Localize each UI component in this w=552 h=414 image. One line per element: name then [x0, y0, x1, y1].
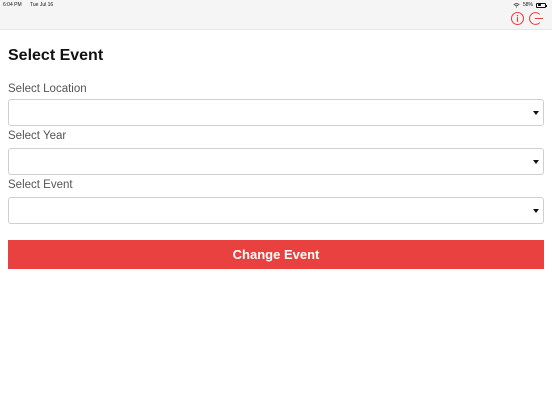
change-event-button[interactable]: Change Event — [8, 240, 544, 269]
status-bar: 6:04 PM Tue Jul 16 58% — [0, 0, 552, 10]
event-select[interactable] — [8, 197, 544, 224]
nav-actions — [510, 11, 544, 26]
logout-icon[interactable] — [529, 11, 544, 26]
select-event-form: Select Event Select Location Select Year… — [8, 46, 544, 269]
info-circle-icon[interactable] — [510, 11, 525, 26]
battery-icon — [536, 2, 547, 8]
battery-percent: 58% — [522, 2, 533, 8]
page-title: Select Event — [8, 47, 104, 64]
location-select[interactable] — [8, 99, 544, 126]
location-label: Select Location — [8, 83, 87, 95]
status-time: 6:04 PM — [3, 2, 22, 8]
chevron-down-icon — [533, 111, 539, 115]
status-date: Tue Jul 16 — [30, 2, 54, 8]
year-select[interactable] — [8, 148, 544, 175]
chevron-down-icon — [533, 160, 539, 164]
wifi-icon — [513, 2, 520, 8]
chevron-down-icon — [533, 209, 539, 213]
year-label: Select Year — [8, 130, 67, 142]
event-label: Select Event — [8, 179, 73, 191]
navigation-bar — [0, 10, 552, 30]
status-left: 6:04 PM Tue Jul 16 — [3, 0, 53, 10]
status-right: 58% — [513, 0, 547, 10]
